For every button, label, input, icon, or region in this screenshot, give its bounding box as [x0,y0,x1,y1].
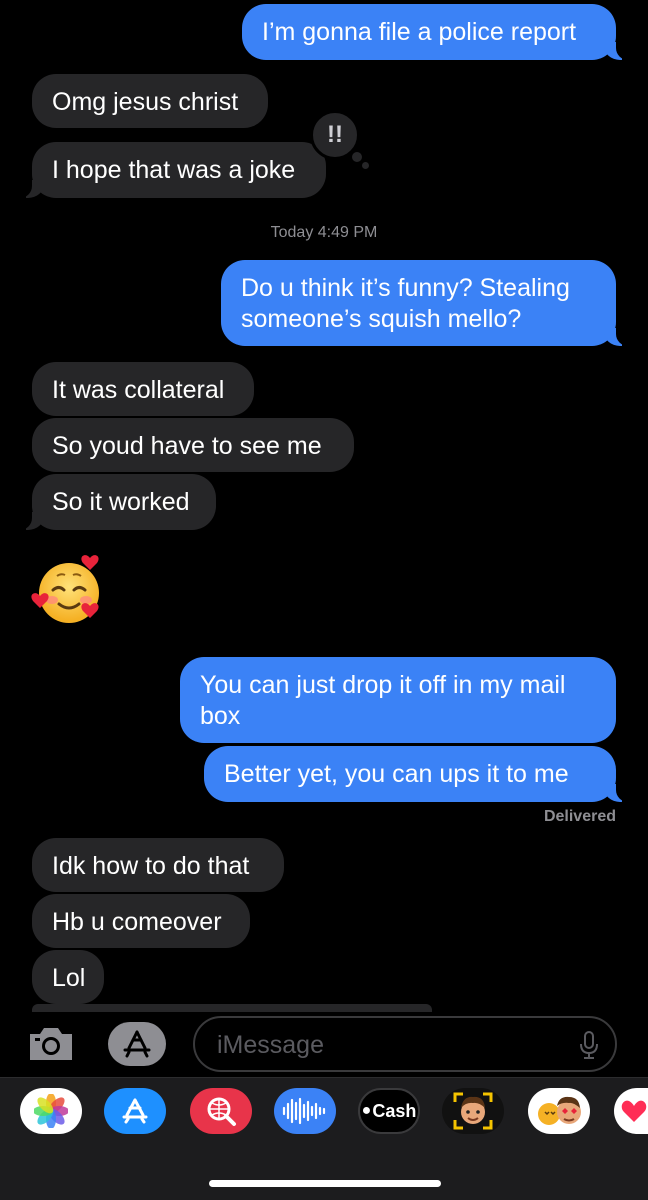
message-incoming[interactable]: So youd have to see me [32,418,354,472]
message-input[interactable]: iMessage [193,1016,617,1072]
app-store-icon [123,1030,151,1058]
tapback-tail-dot [350,150,364,164]
microphone-icon[interactable] [579,1030,599,1060]
message-incoming[interactable]: Hb u comeover [32,894,250,948]
message-text: Idk how to do that [52,852,250,880]
message-text: Better yet, you can ups it to me [224,760,569,788]
message-incoming[interactable]: Lol [32,950,104,1004]
message-text: It was collateral [52,376,225,404]
message-text: Hb u comeover [52,908,222,936]
smiling-face-with-hearts-emoji[interactable] [30,552,108,630]
apple-cash-app-icon[interactable]: ● Cash [358,1088,420,1134]
memoji-app-icon[interactable] [442,1088,504,1134]
message-text: Lol [52,964,86,992]
app-store-toggle-button[interactable] [108,1022,166,1066]
message-text: Omg jesus christ [52,88,239,116]
message-incoming[interactable]: Omg jesus christ [32,74,268,128]
message-text: I hope that was a joke [52,156,296,184]
message-text: You can just drop it off in my mail box [200,671,566,730]
message-text: So it worked [52,488,190,516]
apple-logo-icon: ● [361,1102,372,1119]
images-search-app-icon[interactable] [190,1088,252,1134]
message-outgoing[interactable]: Better yet, you can ups it to me [204,746,630,802]
message-outgoing[interactable]: I’m gonna file a police report [242,4,630,60]
tapback-tail-dot [362,162,369,169]
audio-message-app-icon[interactable] [274,1088,336,1134]
message-input-placeholder: iMessage [217,1031,324,1059]
message-incoming-partial [32,1004,432,1012]
message-incoming[interactable]: Idk how to do that [32,838,284,892]
app-store-app-icon[interactable] [104,1088,166,1134]
message-incoming[interactable]: I hope that was a joke [18,142,326,198]
message-outgoing[interactable]: You can just drop it off in my mail box [180,657,616,743]
message-incoming[interactable]: So it worked [18,474,216,530]
photos-app-icon[interactable] [20,1088,82,1134]
message-text: Do u think it’s funny? Stealing someone’… [241,274,570,333]
timestamp: Today 4:49 PM [270,224,378,241]
apple-cash-label: Cash [372,1100,417,1121]
memoji-stickers-app-icon[interactable] [528,1088,590,1134]
message-text: So youd have to see me [52,432,322,460]
home-indicator[interactable] [209,1180,441,1187]
message-text: I’m gonna file a police report [262,18,577,46]
message-incoming[interactable]: It was collateral [32,362,254,416]
camera-icon[interactable] [26,1024,76,1064]
delivered-status: Delivered [543,808,616,825]
message-outgoing[interactable]: Do u think it’s funny? Stealing someone’… [221,260,630,346]
